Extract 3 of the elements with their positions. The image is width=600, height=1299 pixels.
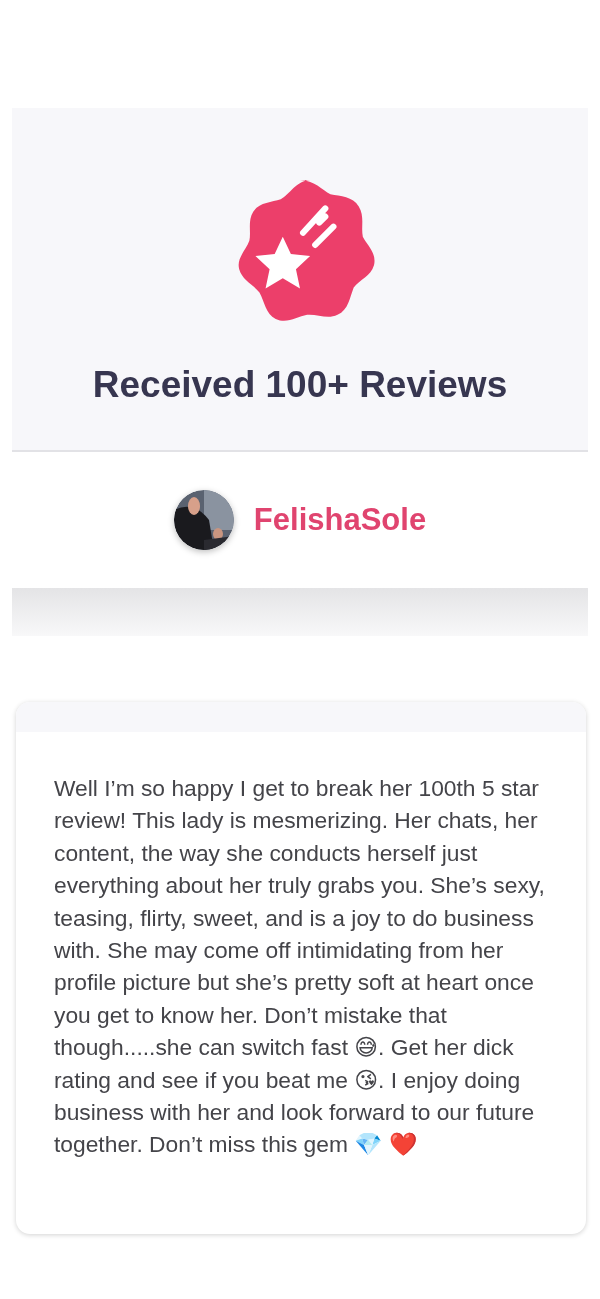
username[interactable]: FelishaSole — [253, 502, 427, 538]
review-text: Well I’m so happy I get to break her 100th 5 star review! This lady is mesmerizing. Her chats, her content, the way she conducts herself just everything about her truly grabs you. She’s sexy, teasing, flirty, sweet, and is a joy to do business with. She may come off intimidating from her profile picture but she’s pretty soft at heart once you get to know her. Don’t mistake that though.....she can switch fast 😅. Get her dick rating and see if you beat me 😘. I enjoy doing business with her and look forward to our future together. Don’t miss this gem 💎 ❤ — [54, 774, 546, 1160]
badge-title: Received 100+ Reviews — [92, 364, 508, 406]
